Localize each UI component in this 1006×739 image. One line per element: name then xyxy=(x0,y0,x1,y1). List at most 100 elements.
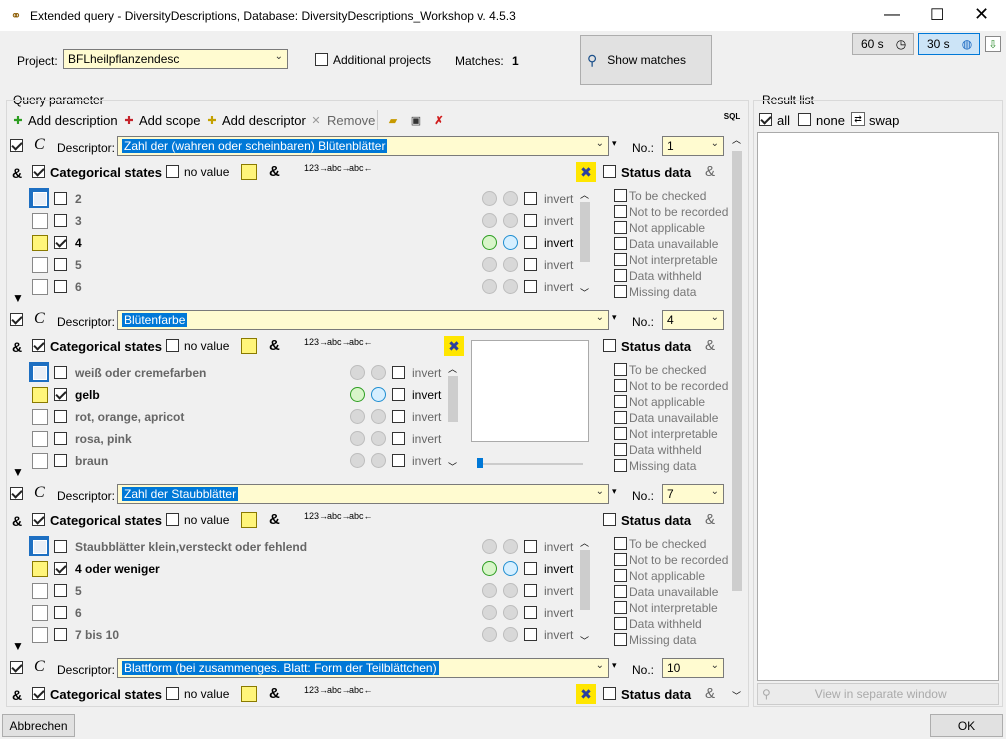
states-scrollbar-thumb[interactable] xyxy=(580,202,590,262)
state-wave-icon[interactable] xyxy=(482,213,497,228)
sort-alpha-reverse-icon[interactable]: abc← xyxy=(349,337,373,347)
query-scrollbar[interactable]: ︿ ﹀ xyxy=(730,133,744,706)
timer-60-button[interactable]: 60 s ◷ xyxy=(852,33,914,55)
status-checkbox[interactable] xyxy=(614,617,627,630)
select-none-checkbox[interactable] xyxy=(798,113,811,126)
status-checkbox[interactable] xyxy=(614,189,627,202)
and-mode-icon[interactable]: & xyxy=(269,511,280,528)
no-value-checkbox[interactable] xyxy=(166,165,179,178)
status-checkbox[interactable] xyxy=(614,569,627,582)
state-checkbox[interactable] xyxy=(54,236,67,249)
no-value-checkbox[interactable] xyxy=(166,687,179,700)
view-separate-window-button[interactable]: ⚲ View in separate window xyxy=(757,683,999,705)
clear-icon[interactable]: ✗ xyxy=(431,112,447,128)
descriptor-enabled-checkbox[interactable] xyxy=(10,661,23,674)
sql-icon[interactable]: SQL xyxy=(724,108,740,124)
show-matches-button[interactable]: ⚲ Show matches xyxy=(580,35,712,85)
status-checkbox[interactable] xyxy=(614,459,627,472)
state-wave-icon[interactable] xyxy=(482,605,497,620)
states-scrollbar[interactable]: ︿ ﹀ xyxy=(578,188,592,300)
state-bar-icon[interactable] xyxy=(503,539,518,554)
invert-checkbox[interactable] xyxy=(392,454,405,467)
status-checkbox[interactable] xyxy=(614,411,627,424)
swap-icon[interactable]: ⇄ xyxy=(851,112,865,126)
status-data-checkbox[interactable] xyxy=(603,165,616,178)
state-bar-icon[interactable] xyxy=(371,431,386,446)
state-wave-icon[interactable] xyxy=(482,583,497,598)
invert-checkbox[interactable] xyxy=(392,432,405,445)
and-operator[interactable]: & xyxy=(12,165,22,181)
and-operator[interactable]: & xyxy=(12,339,22,355)
status-checkbox[interactable] xyxy=(614,205,627,218)
and-mode-icon[interactable]: & xyxy=(269,163,280,180)
state-picture-icon[interactable] xyxy=(29,188,49,208)
state-checkbox[interactable] xyxy=(54,258,67,271)
state-checkbox[interactable] xyxy=(54,562,67,575)
descriptor-menu-icon[interactable]: ▾ xyxy=(612,138,617,149)
descriptor-menu-icon[interactable]: ▾ xyxy=(612,660,617,671)
select-all-checkbox[interactable] xyxy=(759,113,772,126)
status-checkbox[interactable] xyxy=(614,253,627,266)
state-bar-icon[interactable] xyxy=(371,409,386,424)
state-bar-icon[interactable] xyxy=(503,257,518,272)
state-bar-icon[interactable] xyxy=(503,279,518,294)
invert-checkbox[interactable] xyxy=(392,366,405,379)
invert-checkbox[interactable] xyxy=(392,388,405,401)
state-wave-icon[interactable] xyxy=(482,627,497,642)
descriptor-select[interactable]: Blattform (bei zusammenges. Blatt: Form … xyxy=(117,658,609,678)
sort-alpha-icon[interactable]: abc→ xyxy=(327,685,351,695)
status-and-icon[interactable]: & xyxy=(705,337,715,354)
state-picture-icon[interactable] xyxy=(32,583,48,599)
state-checkbox[interactable] xyxy=(54,454,67,467)
state-wave-icon[interactable] xyxy=(350,409,365,424)
state-checkbox[interactable] xyxy=(54,388,67,401)
invert-checkbox[interactable] xyxy=(524,214,537,227)
states-scrollbar-thumb[interactable] xyxy=(580,550,590,610)
invert-checkbox[interactable] xyxy=(392,410,405,423)
status-and-icon[interactable]: & xyxy=(705,511,715,528)
no-select[interactable]: 4 ⌄ xyxy=(662,310,724,330)
invert-checkbox[interactable] xyxy=(524,562,537,575)
descriptor-select[interactable]: Zahl der (wahren oder scheinbaren) Blüte… xyxy=(117,136,609,156)
status-and-icon[interactable]: & xyxy=(705,163,715,180)
invert-checkbox[interactable] xyxy=(524,584,537,597)
state-wave-icon[interactable] xyxy=(350,387,365,402)
state-checkbox[interactable] xyxy=(54,628,67,641)
state-picture-icon[interactable] xyxy=(32,431,48,447)
categorical-states-checkbox[interactable] xyxy=(32,513,45,526)
state-picture-icon[interactable] xyxy=(32,213,48,229)
close-button[interactable]: ✕ xyxy=(974,4,989,25)
categorical-states-checkbox[interactable] xyxy=(32,339,45,352)
states-scrollbar[interactable]: ︿ ﹀ xyxy=(446,362,460,474)
state-checkbox[interactable] xyxy=(54,410,67,423)
status-checkbox[interactable] xyxy=(614,269,627,282)
no-select[interactable]: 7 ⌄ xyxy=(662,484,724,504)
sort-numeric-icon[interactable]: 123→ xyxy=(304,163,328,173)
status-checkbox[interactable] xyxy=(614,443,627,456)
descriptor-select[interactable]: Zahl der Staubblätter ⌄ xyxy=(117,484,609,504)
state-wave-icon[interactable] xyxy=(482,191,497,206)
descriptor-enabled-checkbox[interactable] xyxy=(10,313,23,326)
state-bar-icon[interactable] xyxy=(503,583,518,598)
swap-label[interactable]: swap xyxy=(869,113,899,128)
status-checkbox[interactable] xyxy=(614,363,627,376)
status-checkbox[interactable] xyxy=(614,427,627,440)
cancel-button[interactable]: Abbrechen xyxy=(2,714,75,737)
state-picture-icon[interactable] xyxy=(29,362,49,382)
save-icon[interactable]: ▣ xyxy=(408,112,424,128)
state-checkbox[interactable] xyxy=(54,432,67,445)
sort-alpha-icon[interactable]: abc→ xyxy=(327,511,351,521)
maximize-button[interactable]: ☐ xyxy=(930,5,944,25)
sort-alpha-icon[interactable]: abc→ xyxy=(327,163,351,173)
state-bar-icon[interactable] xyxy=(371,453,386,468)
state-wave-icon[interactable] xyxy=(350,453,365,468)
and-operator[interactable]: & xyxy=(12,687,22,703)
state-wave-icon[interactable] xyxy=(350,365,365,380)
descriptor-select[interactable]: Blütenfarbe ⌄ xyxy=(117,310,609,330)
image-zoom-thumb[interactable] xyxy=(477,458,483,468)
invert-checkbox[interactable] xyxy=(524,236,537,249)
state-wave-icon[interactable] xyxy=(482,561,497,576)
state-bar-icon[interactable] xyxy=(503,213,518,228)
state-checkbox[interactable] xyxy=(54,192,67,205)
state-wave-icon[interactable] xyxy=(482,279,497,294)
